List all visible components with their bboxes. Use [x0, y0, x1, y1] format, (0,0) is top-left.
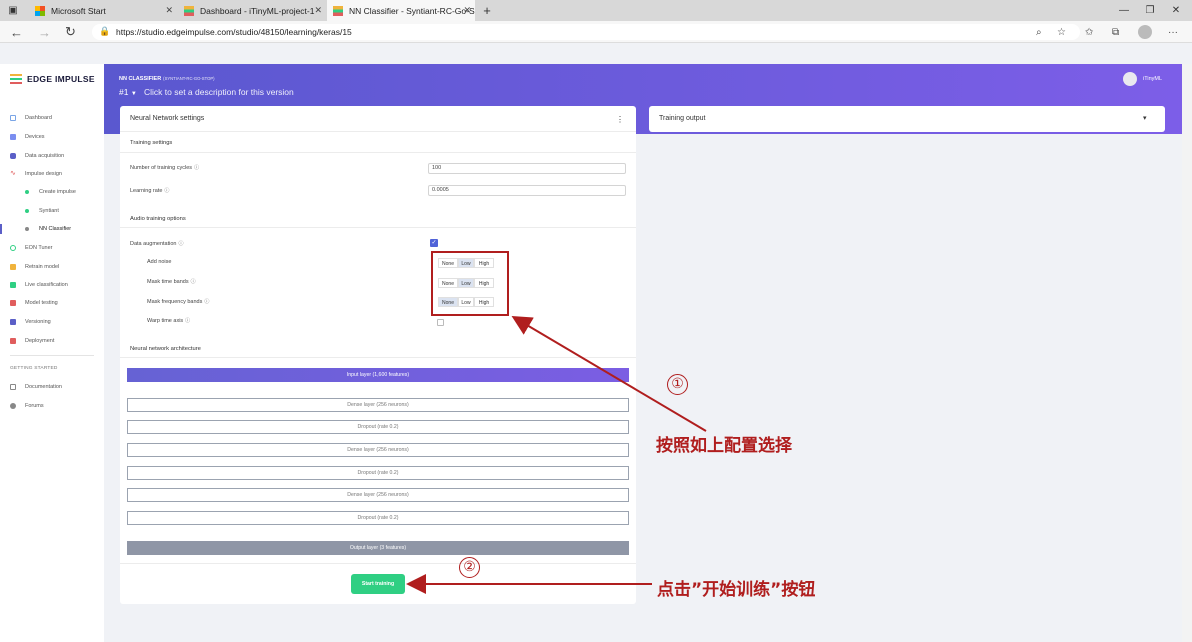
- annotation-text-2: 点击”开始训练”按钮: [657, 580, 816, 600]
- annotation-step-1: ①: [667, 374, 688, 395]
- annotation-arrows: [406, 315, 707, 594]
- annotation-step-2: ②: [459, 557, 480, 578]
- annotation-text-1: 按照如上配置选择: [656, 436, 792, 456]
